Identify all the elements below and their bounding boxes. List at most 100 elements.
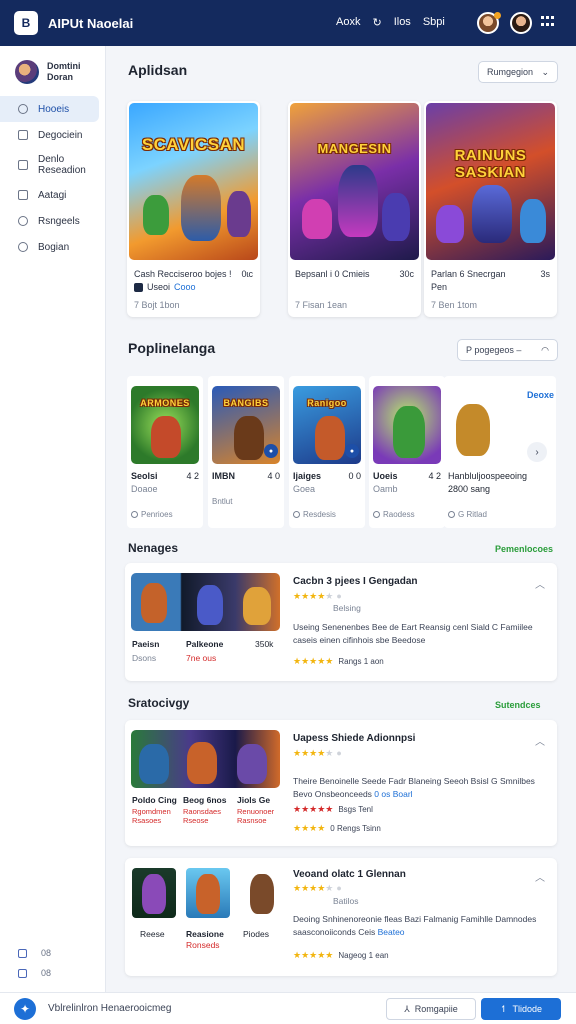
arrow-icon: ⅄ <box>404 1003 410 1014</box>
game-cover-image: SCAVICSAN <box>129 103 258 260</box>
game-tile-name: IMBN <box>212 471 235 481</box>
primary-button[interactable]: ↿ Tlidode <box>481 998 561 1020</box>
next-arrow-icon[interactable]: › <box>527 442 547 462</box>
game-meta: 7 Bojt 1bon <box>134 300 180 310</box>
top-nav: Aoxk ↻ Ilos Sbpi <box>336 16 445 29</box>
circle-icon <box>373 511 380 518</box>
nav-item-2[interactable]: Ilos <box>394 16 411 29</box>
game-meta: 7 Fisan 1ean <box>295 300 348 310</box>
avatar <box>15 60 39 84</box>
rating-stars: ★★★★★ ● <box>293 748 342 758</box>
game-cover-image: RAINUNS SASKIAN <box>426 103 555 260</box>
review-title: Uapess Shiede Adionnpsi <box>293 733 416 744</box>
circle-icon <box>131 511 138 518</box>
game-tile-image: BANGIBS ● <box>212 386 280 464</box>
game-tile-score: 4 2 <box>428 471 441 481</box>
sidebar-item-label: Bogian <box>38 241 70 253</box>
apps-grid-icon[interactable] <box>541 16 555 28</box>
filter-dropdown[interactable]: P pogegeos – ◠ <box>457 339 558 361</box>
see-all-link[interactable]: Pemenlocoes <box>495 544 553 554</box>
sidebar-profile[interactable]: Domtini Doran <box>0 46 105 84</box>
brand-icon[interactable]: ✦ <box>14 998 36 1020</box>
toggle-icon: ◠ <box>541 344 549 355</box>
profile-avatar[interactable] <box>510 12 532 34</box>
game-meta: 7 Ben 1tom <box>431 300 478 310</box>
more-link[interactable]: Deoxe <box>527 390 554 400</box>
chevron-down-icon: ⌄ <box>541 66 549 77</box>
game-tile-score: 4 2 <box>186 471 199 481</box>
game-tag: Pen <box>431 282 448 292</box>
grid-icon <box>18 948 27 958</box>
nav-item-3[interactable]: Sbpi <box>423 16 445 29</box>
review-card[interactable]: Paeisn Dsons Palkeone 7ne ous 350k Cacbn… <box>125 563 557 681</box>
rating-stars: ★★★★★ ● <box>293 883 342 893</box>
bottom-bar: ✦ Vblrelinlron Henaerooicmeg ⅄ Romgapiie … <box>0 992 576 1024</box>
footer-text: Vblrelinlron Henaerooicmeg <box>48 1003 172 1014</box>
game-tile-sub: Doaoe <box>131 484 158 494</box>
review-card[interactable]: Reese Reasione Ronseds Piodes Veoand ola… <box>125 858 557 976</box>
sidebar-item-folder[interactable]: Aatagi <box>0 182 105 208</box>
game-tile-sub: Oamb <box>373 484 398 494</box>
game-tag-link[interactable]: Cooo <box>174 281 196 294</box>
sidebar-footer-item[interactable]: 08 <box>18 948 51 958</box>
game-price: 3s <box>540 269 550 279</box>
platform-icon <box>134 283 143 292</box>
game-tile-name: Hanbluljoospeeoing <box>448 471 528 481</box>
review-card[interactable]: Poldo Cing Rgomdmen Rsasoes Beog 6nos Ra… <box>125 720 557 846</box>
sidebar-footer-item[interactable]: 08 <box>18 968 51 978</box>
section-title: Sratocivgy <box>128 696 190 710</box>
app-logo[interactable]: B <box>14 11 38 35</box>
game-tile[interactable]: BANGIBS ● IMBN 4 0 Bntlut <box>208 376 284 528</box>
sidebar-item-label: Degociein <box>38 129 83 141</box>
game-price: 30c <box>399 269 414 279</box>
section-title: Nenages <box>128 541 179 555</box>
sidebar-item-settings[interactable]: Rsngeels <box>0 208 105 234</box>
game-cover-image: MANGESIN <box>290 103 419 260</box>
game-card[interactable]: SCAVICSAN Cash Recciseroo bojes ! 0ɩc Use… <box>127 101 260 317</box>
sort-dropdown[interactable]: Rumgegion ⌄ <box>478 61 558 83</box>
game-tag: Useoi <box>147 282 171 292</box>
nav-item-1[interactable]: Aoxk <box>336 16 360 29</box>
sidebar-item-history[interactable]: Bogian <box>0 234 105 260</box>
profile-name: Domtini Doran <box>47 61 81 82</box>
game-tile-name: Ijaiges <box>293 471 322 481</box>
notification-dot <box>494 12 501 19</box>
game-name: Cash Recciseroo bojes ! <box>134 269 232 279</box>
review-title: Cacbn 3 pjees I Gengadan <box>293 576 418 587</box>
sidebar-item-reservation[interactable]: Denlo Reseadion <box>0 148 105 182</box>
grid-icon <box>18 968 27 978</box>
rating-stars: ★★★★★ ● <box>293 591 342 601</box>
top-bar: B AIPUt Naoelai Aoxk ↻ Ilos Sbpi <box>0 0 576 46</box>
game-tile-sub: 2800 sang <box>448 484 491 494</box>
review-thumbnail <box>131 573 280 631</box>
game-tile-image <box>373 386 441 464</box>
game-tile[interactable]: Ranigoo ● Ijaiges 0 0 Goea Resdesis <box>289 376 365 528</box>
rating-stars-2: ★★★★★ Nageog 1 ean <box>293 950 389 960</box>
see-all-link[interactable]: Sutendces <box>495 700 541 710</box>
review-thumbnail <box>132 868 176 918</box>
game-card[interactable]: RAINUNS SASKIAN Parlan 6 Snecrgan 3s Pen … <box>424 101 557 317</box>
collapse-icon[interactable]: ︿ <box>535 869 545 884</box>
game-tile[interactable]: Uoeis 4 2 Oamb Raodess <box>369 376 445 528</box>
bookmark-icon <box>18 160 28 170</box>
game-card[interactable]: MANGESIN Bepsanl i 0 Cmieis 30c 7 Fisan 1… <box>288 101 421 317</box>
review-text: Theire Benoinelle Seede Fadr Blaneing Se… <box>293 776 535 799</box>
collapse-icon[interactable]: ︿ <box>535 576 545 591</box>
refresh-icon[interactable]: ↻ <box>372 16 381 29</box>
game-tile-name: Seolsi <box>131 471 158 481</box>
rating-stars-2: ★★★★ 0 Rengs Tsinn <box>293 823 381 833</box>
collapse-icon[interactable]: ︿ <box>535 733 545 748</box>
sidebar-item-home[interactable]: Hooeis <box>0 96 99 122</box>
document-icon <box>18 130 28 140</box>
section-title: Poplinelanga <box>128 340 216 356</box>
review-thumbnail <box>186 868 230 918</box>
rating-stars-2: ★★★★★ Rangs 1 aon <box>293 656 384 666</box>
sidebar-item-documents[interactable]: Degociein <box>0 122 105 148</box>
secondary-button[interactable]: ⅄ Romgapiie <box>386 998 476 1020</box>
play-icon[interactable]: ● <box>264 444 278 458</box>
rating-stars-red: ★★★★★ Bsgs Tenl <box>293 804 373 814</box>
play-icon[interactable]: ● <box>345 444 359 458</box>
sidebar-item-label: Hooeis <box>38 103 70 115</box>
game-tile[interactable]: ARMONES Seolsi 4 2 Doaoe Penrioes <box>127 376 203 528</box>
game-tile-image: ARMONES <box>131 386 199 464</box>
